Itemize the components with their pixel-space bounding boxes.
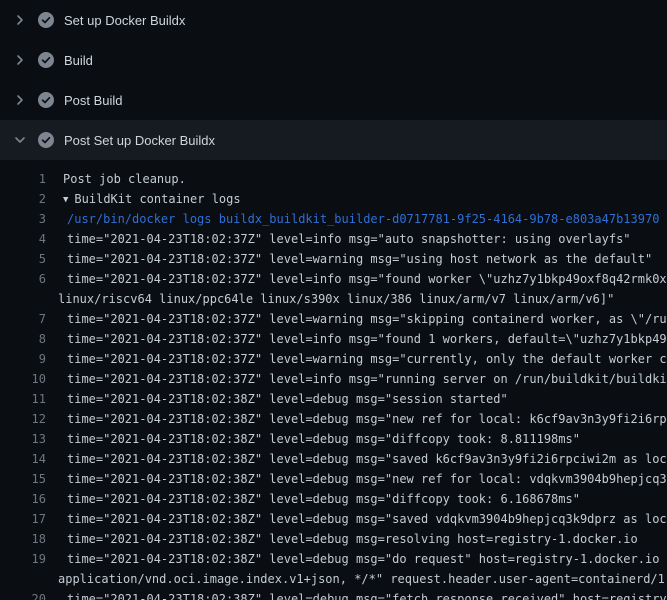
log-text: ▼time="2021-04-23T18:02:37Z" level=info … [58,269,667,289]
log-text: ▼time="2021-04-23T18:02:37Z" level=info … [58,329,667,349]
log-text: ▼time="2021-04-23T18:02:38Z" level=debug… [58,549,667,569]
line-number-link [0,289,46,309]
log-text: ▼time="2021-04-23T18:02:37Z" level=warni… [58,249,652,269]
log-row: 1 ▼Post job cleanup. [0,169,667,189]
check-circle-icon [38,52,54,68]
section-header[interactable]: Build [0,40,667,80]
log-row: 8 ▼time="2021-04-23T18:02:37Z" level=inf… [0,329,667,349]
line-number-link[interactable]: 10 [0,369,46,389]
log-row: 5 ▼time="2021-04-23T18:02:37Z" level=war… [0,249,667,269]
collapse-triangle-icon: ▼ [63,195,68,205]
line-number-link[interactable]: 18 [0,529,46,549]
log-row: ▼linux/riscv64 linux/ppc64le linux/s390x… [0,289,667,309]
check-circle-icon [38,92,54,108]
log-row: 10 ▼time="2021-04-23T18:02:37Z" level=in… [0,369,667,389]
log-row: 15 ▼time="2021-04-23T18:02:38Z" level=de… [0,469,667,489]
line-number-link[interactable]: 12 [0,409,46,429]
check-circle-icon [38,12,54,28]
log-row: 16 ▼time="2021-04-23T18:02:38Z" level=de… [0,489,667,509]
section-label: Post Set up Docker Buildx [64,133,215,148]
line-number-link[interactable]: 13 [0,429,46,449]
log-row: 18 ▼time="2021-04-23T18:02:38Z" level=de… [0,529,667,549]
log-text: ▼application/vnd.oci.image.index.v1+json… [58,569,667,589]
section-label: Build [64,53,93,68]
line-number-link[interactable]: 5 [0,249,46,269]
line-number-link [0,569,46,589]
log-lines: 1 ▼Post job cleanup. 2 ▼BuildKit contain… [0,160,667,600]
log-text: ▼time="2021-04-23T18:02:37Z" level=warni… [58,349,667,369]
log-text: ▼time="2021-04-23T18:02:38Z" level=debug… [58,469,667,489]
line-number-link[interactable]: 6 [0,269,46,289]
section-label: Set up Docker Buildx [64,13,185,28]
line-number-link[interactable]: 1 [0,169,46,189]
log-text: ▼time="2021-04-23T18:02:37Z" level=info … [58,229,631,249]
log-row: 4 ▼time="2021-04-23T18:02:37Z" level=inf… [0,229,667,249]
log-row: 14 ▼time="2021-04-23T18:02:38Z" level=de… [0,449,667,469]
chevron-right-icon [12,92,28,108]
log-row: 11 ▼time="2021-04-23T18:02:38Z" level=de… [0,389,667,409]
line-number-link[interactable]: 8 [0,329,46,349]
chevron-down-icon [12,132,28,148]
line-number-link[interactable]: 15 [0,469,46,489]
check-circle-icon [38,132,54,148]
line-number-link[interactable]: 3 [0,209,46,229]
log-row: 6 ▼time="2021-04-23T18:02:37Z" level=inf… [0,269,667,289]
line-number-link[interactable]: 4 [0,229,46,249]
log-row: ▼application/vnd.oci.image.index.v1+json… [0,569,667,589]
log-text: ▼time="2021-04-23T18:02:37Z" level=warni… [58,309,667,329]
log-group-toggle[interactable]: ▼BuildKit container logs [58,189,241,209]
log-text: ▼time="2021-04-23T18:02:38Z" level=debug… [58,389,508,409]
log-text: ▼time="2021-04-23T18:02:37Z" level=info … [58,369,667,389]
section-label: Post Build [64,93,123,108]
log-row: 20 ▼time="2021-04-23T18:02:38Z" level=de… [0,589,667,600]
line-number-link[interactable]: 11 [0,389,46,409]
log-text: ▼time="2021-04-23T18:02:38Z" level=debug… [58,589,667,600]
log-text: ▼Post job cleanup. [58,169,186,189]
line-number-link[interactable]: 17 [0,509,46,529]
chevron-right-icon [12,52,28,68]
line-number-link[interactable]: 7 [0,309,46,329]
log-text: ▼time="2021-04-23T18:02:38Z" level=debug… [58,449,667,469]
line-number-link[interactable]: 14 [0,449,46,469]
line-number-link[interactable]: 9 [0,349,46,369]
section-header[interactable]: Post Set up Docker Buildx [0,120,667,160]
log-row: 3 ▼/usr/bin/docker logs buildx_buildkit_… [0,209,667,229]
line-number-link[interactable]: 2 [0,189,46,209]
log-text: ▼time="2021-04-23T18:02:38Z" level=debug… [58,509,667,529]
log-row: 12 ▼time="2021-04-23T18:02:38Z" level=de… [0,409,667,429]
log-text: ▼linux/riscv64 linux/ppc64le linux/s390x… [58,289,614,309]
log-row: 2 ▼BuildKit container logs [0,189,667,209]
log-text: ▼time="2021-04-23T18:02:38Z" level=debug… [58,529,638,549]
line-number-link[interactable]: 20 [0,589,46,600]
line-number-link[interactable]: 16 [0,489,46,509]
log-row: 13 ▼time="2021-04-23T18:02:38Z" level=de… [0,429,667,449]
line-number-link[interactable]: 19 [0,549,46,569]
chevron-right-icon [12,12,28,28]
log-text: ▼time="2021-04-23T18:02:38Z" level=debug… [58,409,667,429]
log-row: 19 ▼time="2021-04-23T18:02:38Z" level=de… [0,549,667,569]
section-header[interactable]: Set up Docker Buildx [0,0,667,40]
log-text: ▼time="2021-04-23T18:02:38Z" level=debug… [58,489,580,509]
log-row: 7 ▼time="2021-04-23T18:02:37Z" level=war… [0,309,667,329]
log-row: 9 ▼time="2021-04-23T18:02:37Z" level=war… [0,349,667,369]
job-log-panel: Set up Docker Buildx Build P [0,0,667,600]
section-header[interactable]: Post Build [0,80,667,120]
log-text: ▼time="2021-04-23T18:02:38Z" level=debug… [58,429,580,449]
log-row: 17 ▼time="2021-04-23T18:02:38Z" level=de… [0,509,667,529]
command-text: ▼/usr/bin/docker logs buildx_buildkit_bu… [58,209,659,229]
sections-list: Set up Docker Buildx Build P [0,0,667,160]
